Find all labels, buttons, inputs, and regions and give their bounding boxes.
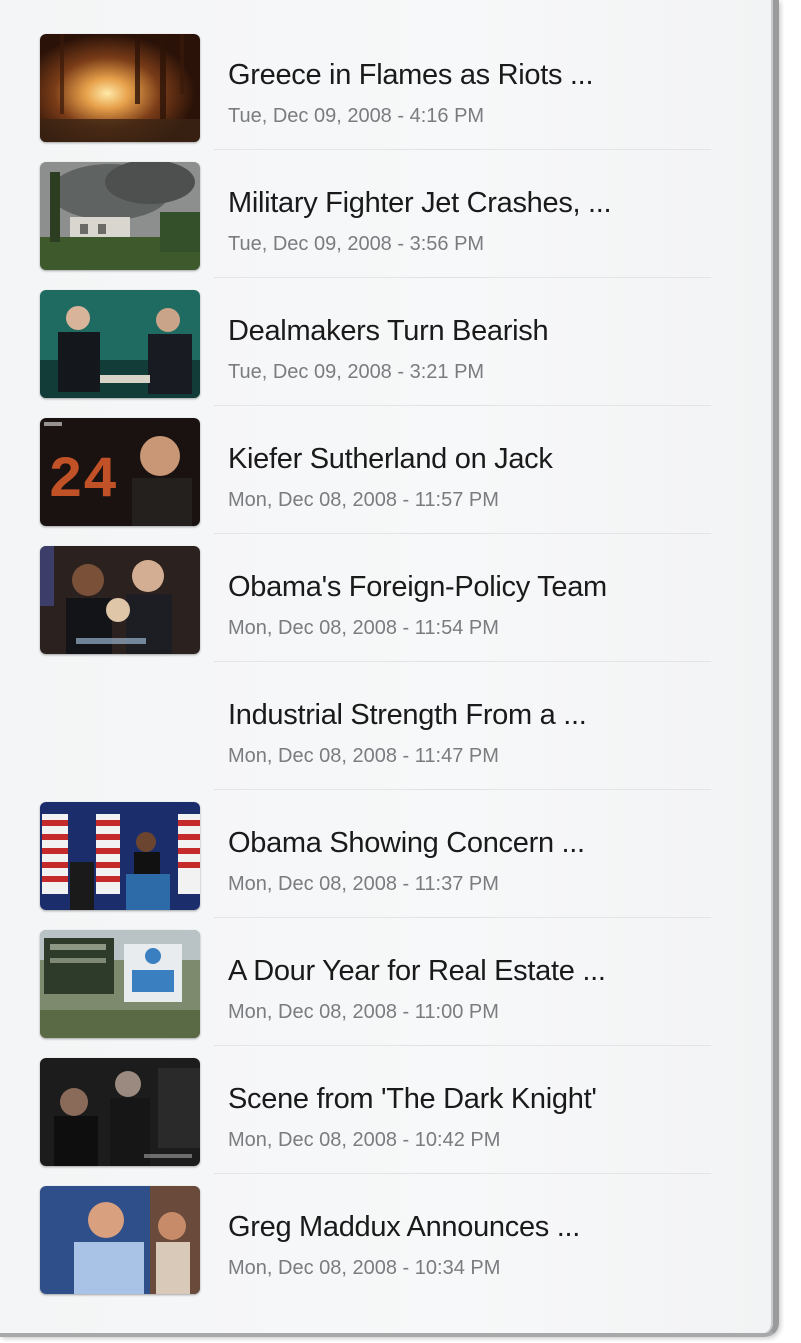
video-item-greg-maddux[interactable]: Greg Maddux Announces ... Mon, Dec 08, 2… (0, 1174, 773, 1302)
video-date: Mon, Dec 08, 2008 - 10:34 PM (228, 1257, 501, 1279)
missing-thumbnail (40, 674, 200, 782)
video-title[interactable]: Dealmakers Turn Bearish (228, 314, 548, 348)
video-title[interactable]: Greg Maddux Announces ... (228, 1210, 580, 1244)
video-item-dark-knight[interactable]: Scene from 'The Dark Knight' Mon, Dec 08… (0, 1046, 773, 1174)
video-date: Mon, Dec 08, 2008 - 11:54 PM (228, 617, 499, 639)
dark-knight-scene-thumbnail[interactable] (40, 1058, 200, 1166)
maddux-press-thumbnail[interactable] (40, 1186, 200, 1294)
video-date: Mon, Dec 08, 2008 - 11:57 PM (228, 489, 499, 511)
24-show-thumbnail[interactable]: 24 (40, 418, 200, 526)
video-date: Mon, Dec 08, 2008 - 10:42 PM (228, 1129, 501, 1151)
video-title[interactable]: Industrial Strength From a ... (228, 698, 587, 732)
video-date: Tue, Dec 09, 2008 - 3:56 PM (228, 233, 485, 255)
video-title[interactable]: Scene from 'The Dark Knight' (228, 1082, 597, 1116)
video-title[interactable]: Obama's Foreign-Policy Team (228, 570, 607, 604)
video-date: Mon, Dec 08, 2008 - 11:37 PM (228, 873, 499, 895)
video-date: Mon, Dec 08, 2008 - 11:00 PM (228, 1001, 499, 1023)
video-item-jet-crash[interactable]: Military Fighter Jet Crashes, ... Tue, D… (0, 150, 773, 278)
video-date: Tue, Dec 09, 2008 - 4:16 PM (228, 105, 485, 127)
video-list-panel: Greece in Flames as Riots ... Tue, Dec 0… (0, 0, 779, 1337)
video-item-greece-riots[interactable]: Greece in Flames as Riots ... Tue, Dec 0… (0, 22, 773, 150)
video-item-foreign-policy[interactable]: Obama's Foreign-Policy Team Mon, Dec 08,… (0, 534, 773, 662)
video-title[interactable]: Kiefer Sutherland on Jack (228, 442, 553, 476)
video-item-industrial-strength[interactable]: Industrial Strength From a ... Mon, Dec … (0, 662, 773, 790)
jet-crash-smoke-thumbnail[interactable] (40, 162, 200, 270)
podium-flags-thumbnail[interactable] (40, 802, 200, 910)
video-title[interactable]: A Dour Year for Real Estate ... (228, 954, 606, 988)
video-item-kiefer[interactable]: 24 Kiefer Sutherland on Jack Mon, Dec 08… (0, 406, 773, 534)
video-date: Tue, Dec 09, 2008 - 3:21 PM (228, 361, 485, 383)
video-item-real-estate[interactable]: A Dour Year for Real Estate ... Mon, Dec… (0, 918, 773, 1046)
video-date: Mon, Dec 08, 2008 - 11:47 PM (228, 745, 499, 767)
video-list: Greece in Flames as Riots ... Tue, Dec 0… (0, 22, 773, 1302)
video-title[interactable]: Obama Showing Concern ... (228, 826, 585, 860)
policy-team-thumbnail[interactable] (40, 546, 200, 654)
real-estate-signs-thumbnail[interactable] (40, 930, 200, 1038)
interview-thumbnail[interactable] (40, 290, 200, 398)
video-title[interactable]: Greece in Flames as Riots ... (228, 58, 593, 92)
video-title[interactable]: Military Fighter Jet Crashes, ... (228, 186, 611, 220)
video-item-dealmakers[interactable]: Dealmakers Turn Bearish Tue, Dec 09, 200… (0, 278, 773, 406)
riot-fire-thumbnail[interactable] (40, 34, 200, 142)
24-logo-text: 24 (48, 449, 118, 514)
video-item-obama-concern[interactable]: Obama Showing Concern ... Mon, Dec 08, 2… (0, 790, 773, 918)
